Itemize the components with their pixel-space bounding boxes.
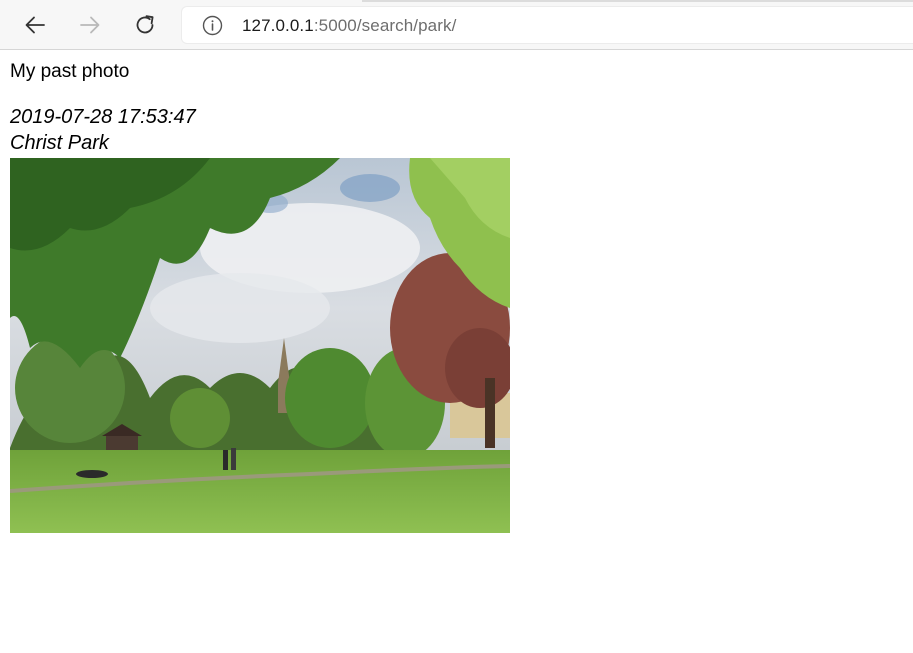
reload-icon <box>136 15 154 34</box>
browser-toolbar: 127.0.0.1:5000/search/park/ <box>0 0 913 50</box>
site-info-button[interactable] <box>202 15 223 36</box>
page-heading: My past photo <box>10 61 130 82</box>
tab-strip-edge <box>0 0 913 2</box>
back-button[interactable] <box>18 9 52 41</box>
address-bar[interactable]: 127.0.0.1:5000/search/park/ <box>181 6 913 44</box>
forward-button[interactable] <box>73 9 107 41</box>
arrow-right-icon <box>80 16 100 34</box>
active-tab-edge <box>0 0 362 2</box>
photo-timestamp: 2019-07-28 17:53:47 <box>10 106 196 128</box>
url-host: 127.0.0.1 <box>242 16 314 35</box>
reload-button[interactable] <box>128 9 162 41</box>
arrow-left-icon <box>25 16 45 34</box>
photo-location: Christ Park <box>10 132 109 154</box>
park-photo <box>10 158 510 533</box>
url-text[interactable]: 127.0.0.1:5000/search/park/ <box>242 16 456 36</box>
url-path: :5000/search/park/ <box>313 16 457 35</box>
info-icon <box>202 15 223 36</box>
